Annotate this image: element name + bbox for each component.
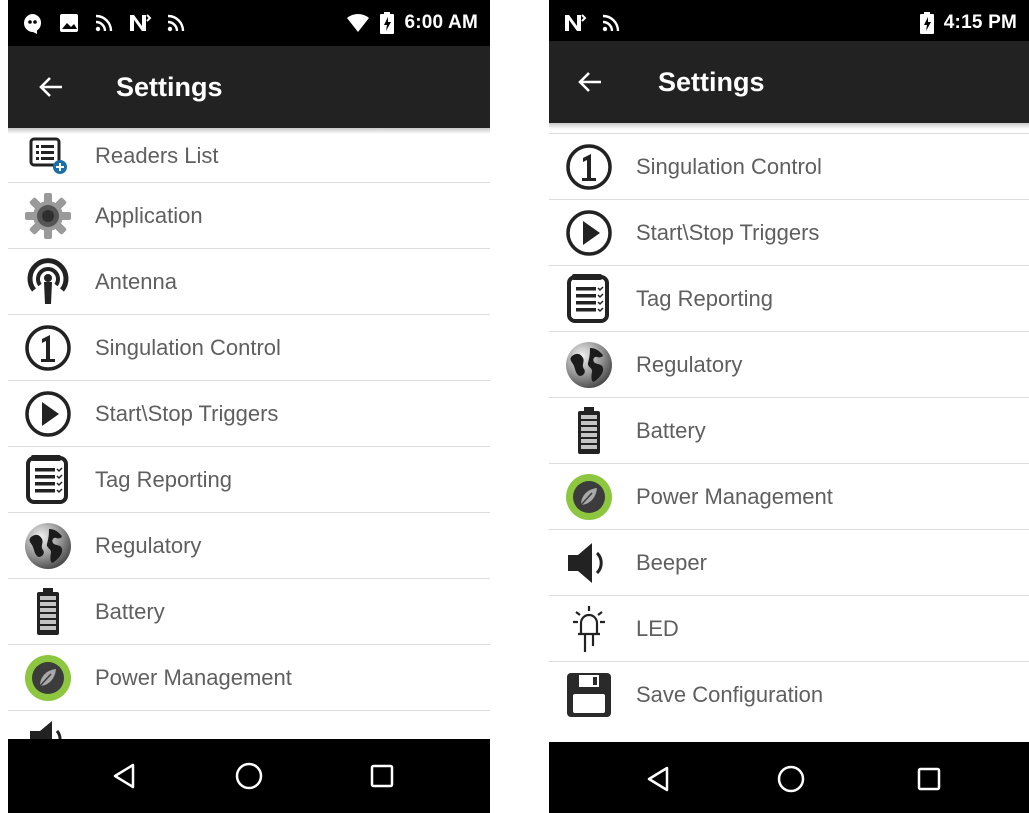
list-item-power-management[interactable]: Power Management (549, 464, 1029, 530)
list-item-singulation-control[interactable]: Singulation Control (8, 315, 490, 381)
list-item-beeper[interactable]: Beeper (549, 530, 1029, 596)
item-label: Beeper (636, 549, 707, 575)
nfc-icon (563, 13, 587, 33)
list-item-battery[interactable]: Battery (8, 579, 490, 645)
recents-square-icon[interactable] (345, 739, 419, 813)
app-bar: Settings (549, 41, 1029, 123)
item-label: LED (636, 615, 679, 641)
rss-icon (94, 13, 114, 33)
chat-icon (22, 12, 44, 34)
home-circle-icon[interactable] (212, 739, 286, 813)
play-icon (561, 205, 617, 261)
item-label: Tag Reporting (636, 285, 773, 311)
item-label: Readers List (95, 142, 219, 168)
list-item-application[interactable]: Application (8, 183, 490, 249)
nav-bar (549, 742, 1029, 813)
status-time: 4:15 PM (943, 12, 1017, 33)
home-circle-icon[interactable] (754, 742, 828, 813)
item-label: Power Management (636, 483, 833, 509)
item-label: Singulation Control (636, 153, 822, 179)
antenna-icon (20, 254, 76, 310)
speaker-icon (20, 711, 76, 741)
play-icon (20, 386, 76, 442)
list-item-led[interactable]: LED (549, 596, 1029, 662)
nfc-icon (128, 13, 152, 33)
list-item-start-stop-triggers[interactable]: Start\Stop Triggers (8, 381, 490, 447)
readers-list-icon (20, 131, 76, 181)
app-bar-shadow (549, 123, 1029, 129)
floppy-icon (561, 667, 617, 723)
item-label: Application (95, 202, 203, 228)
list-item-regulatory[interactable]: Regulatory (8, 513, 490, 579)
item-label: Tag Reporting (95, 466, 232, 492)
report-list-icon (561, 271, 617, 327)
report-list-icon (20, 452, 76, 508)
item-label: Battery (95, 598, 165, 624)
back-triangle-icon[interactable] (621, 742, 695, 813)
item-label: Save Configuration (636, 682, 824, 707)
list-item-start-stop-triggers[interactable]: Start\Stop Triggers (549, 200, 1029, 266)
settings-list: Singulation Control Start\Stop Triggers … (549, 133, 1029, 728)
status-bar: 6:00 AM (8, 0, 490, 46)
rss-icon (166, 13, 186, 33)
status-bar: 4:15 PM (549, 0, 1029, 46)
list-item-power-management[interactable]: Power Management (8, 645, 490, 711)
list-item-singulation-control[interactable]: Singulation Control (549, 134, 1029, 200)
image-icon (58, 12, 80, 34)
app-bar: Settings (8, 46, 490, 128)
number-one-icon (20, 320, 76, 376)
arrow-left-icon[interactable] (34, 70, 68, 104)
power-leaf-icon (20, 650, 76, 706)
back-triangle-icon[interactable] (87, 739, 161, 813)
page-title: Settings (116, 72, 223, 102)
battery-icon (561, 403, 617, 459)
item-label: Power Management (95, 664, 292, 690)
item-label: Singulation Control (95, 334, 281, 360)
globe-icon (561, 337, 617, 393)
wifi-icon (346, 13, 370, 33)
power-leaf-icon (561, 469, 617, 525)
list-item-tag-reporting[interactable]: Tag Reporting (8, 447, 490, 513)
item-label: Battery (636, 417, 706, 443)
settings-list: Readers List Application Antenna Singula… (8, 129, 490, 741)
rss-icon (601, 13, 621, 33)
list-item-partial[interactable] (8, 711, 490, 741)
page-title: Settings (658, 67, 765, 97)
recents-square-icon[interactable] (892, 742, 966, 813)
nav-bar (8, 739, 490, 813)
number-one-icon (561, 139, 617, 195)
led-icon (561, 601, 617, 657)
item-label: Antenna (95, 268, 177, 294)
gear-icon (20, 188, 76, 244)
phone-screen-right: 4:15 PM Settings Singulation Control Sta… (549, 0, 1029, 813)
phone-screen-left: 6:00 AM Settings Readers List Applicatio… (8, 0, 490, 813)
battery-charging-icon (919, 12, 934, 34)
battery-icon (20, 584, 76, 640)
list-item-antenna[interactable]: Antenna (8, 249, 490, 315)
list-item-battery[interactable]: Battery (549, 398, 1029, 464)
speaker-icon (561, 535, 617, 591)
item-label: Regulatory (95, 532, 202, 558)
item-label: Start\Stop Triggers (95, 400, 279, 426)
status-time: 6:00 AM (404, 12, 478, 33)
battery-charging-icon (380, 12, 395, 34)
list-item-readers-list[interactable]: Readers List (8, 129, 490, 183)
list-item-tag-reporting[interactable]: Tag Reporting (549, 266, 1029, 332)
item-label: Start\Stop Triggers (636, 219, 820, 245)
globe-icon (20, 518, 76, 574)
arrow-left-icon[interactable] (573, 65, 607, 99)
list-item-save-configuration[interactable]: Save Configuration (549, 662, 1029, 728)
list-item-regulatory[interactable]: Regulatory (549, 332, 1029, 398)
item-label: Regulatory (636, 351, 743, 377)
